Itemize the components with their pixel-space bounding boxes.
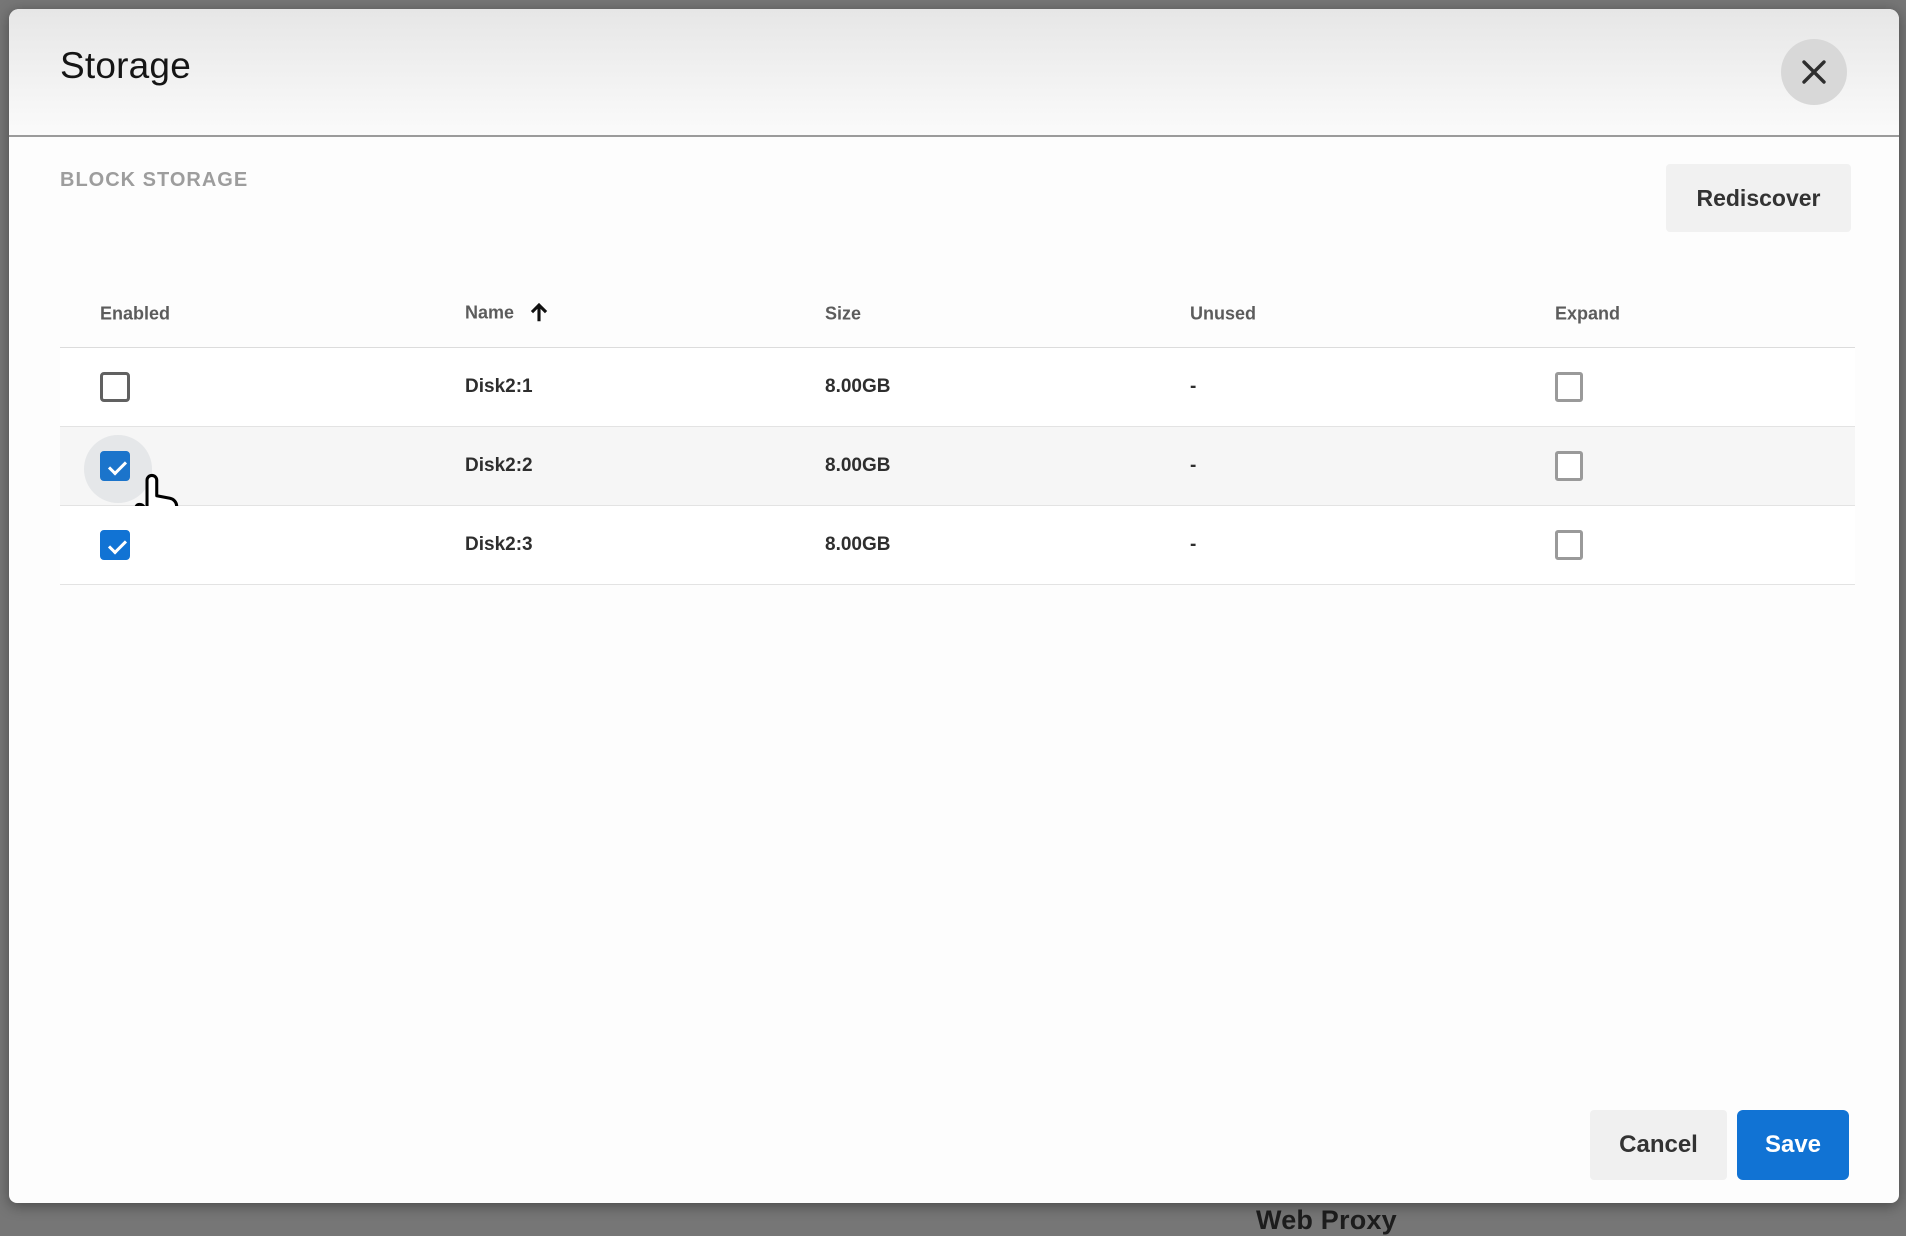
storage-dialog: Storage BLOCK STORAGE Rediscover Enabled…: [9, 9, 1899, 1203]
sort-ascending-icon: [528, 301, 550, 328]
disk-unused: -: [1190, 376, 1197, 397]
table-row-disk2-3: Disk2:3 8.00GB -: [60, 506, 1855, 585]
disk-unused: -: [1190, 534, 1197, 555]
disk-name: Disk2:1: [465, 376, 533, 397]
block-storage-table: Enabled Name Size Unused Expand Disk2:1 …: [60, 281, 1855, 585]
table-header-row: Enabled Name Size Unused Expand: [60, 281, 1855, 348]
dialog-header: Storage: [9, 9, 1899, 137]
enabled-checkbox[interactable]: [84, 435, 179, 530]
column-header-unused: Unused: [1190, 303, 1257, 324]
column-header-enabled: Enabled: [100, 303, 171, 324]
section-label-block-storage: BLOCK STORAGE: [60, 169, 249, 191]
close-button[interactable]: [1781, 39, 1847, 105]
dialog-title: Storage: [60, 45, 191, 86]
disk-name: Disk2:3: [465, 534, 533, 555]
column-header-expand: Expand: [1555, 303, 1621, 324]
column-header-name[interactable]: Name: [465, 301, 550, 328]
disk-size: 8.00GB: [825, 534, 891, 555]
disk-size: 8.00GB: [825, 376, 891, 397]
column-header-size: Size: [825, 303, 862, 324]
enabled-checkbox[interactable]: [100, 372, 130, 402]
background-page-text: Web Proxy: [1256, 1205, 1397, 1235]
checkbox-hover-halo: [84, 435, 152, 503]
save-button[interactable]: Save: [1737, 1110, 1849, 1180]
disk-name: Disk2:2: [465, 455, 533, 476]
rediscover-button[interactable]: Rediscover: [1666, 164, 1851, 232]
expand-checkbox[interactable]: [1555, 372, 1583, 402]
disk-unused: -: [1190, 455, 1197, 476]
close-icon: [1799, 57, 1829, 87]
disk-size: 8.00GB: [825, 455, 891, 476]
expand-checkbox[interactable]: [1555, 530, 1583, 560]
table-row-disk2-1: Disk2:1 8.00GB -: [60, 348, 1855, 427]
expand-checkbox[interactable]: [1555, 451, 1583, 481]
cancel-button[interactable]: Cancel: [1590, 1110, 1727, 1180]
enabled-checkbox[interactable]: [100, 530, 130, 560]
table-row-disk2-2: Disk2:2 8.00GB -: [60, 427, 1855, 530]
